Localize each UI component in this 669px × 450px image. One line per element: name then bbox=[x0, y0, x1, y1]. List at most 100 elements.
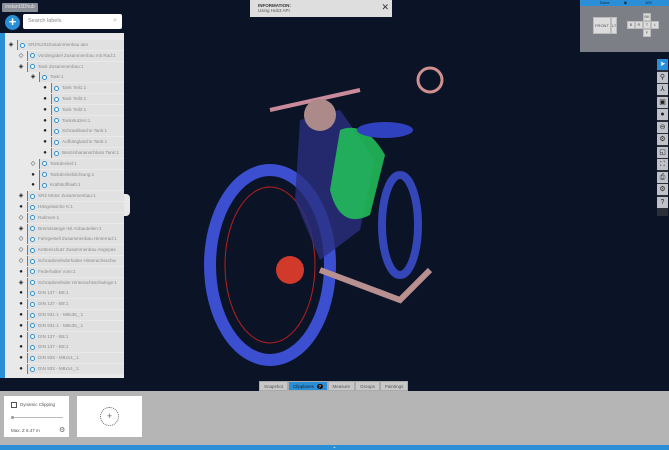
select-radio[interactable] bbox=[30, 366, 35, 372]
dynamic-clipping-checkbox[interactable] bbox=[11, 402, 17, 408]
materials-icon[interactable]: ⚙ bbox=[657, 134, 668, 145]
tree-item[interactable]: ◈ Schraubenfeder Hinterachsschwinge:1 bbox=[5, 277, 124, 288]
select-radio[interactable] bbox=[30, 193, 35, 199]
tree-item[interactable]: ● Tankdeckeldichtung:1 bbox=[5, 169, 124, 180]
bottom-bar[interactable]: ⌄ bbox=[0, 445, 669, 450]
select-radio[interactable] bbox=[54, 139, 59, 145]
tab-measure[interactable]: Measure bbox=[327, 381, 356, 391]
select-radio[interactable] bbox=[30, 312, 35, 318]
visibility-eye-icon[interactable]: ◇ bbox=[17, 234, 25, 244]
chevron-down-icon[interactable]: ⌄ bbox=[332, 444, 336, 450]
tree-item[interactable]: ● Tank Teil1:1 bbox=[5, 83, 124, 94]
tree-item[interactable]: ◇ Vordergabel Zusammenbau mit Rad:1 bbox=[5, 50, 124, 61]
visibility-eye-icon[interactable]: ● bbox=[29, 180, 37, 190]
visibility-eye-icon[interactable]: ● bbox=[41, 137, 49, 147]
clipping-slider[interactable] bbox=[11, 416, 63, 419]
visibility-eye-icon[interactable]: ● bbox=[17, 353, 25, 363]
tree-item[interactable]: ● DIN 137 - B8:1 bbox=[5, 331, 124, 342]
select-radio[interactable] bbox=[54, 150, 59, 156]
nav-right[interactable]: L bbox=[651, 21, 659, 29]
help-icon[interactable]: ? bbox=[657, 196, 668, 208]
visibility-eye-icon[interactable]: ● bbox=[41, 94, 49, 104]
settings-icon[interactable]: ⚙ bbox=[657, 184, 668, 195]
visibility-eye-icon[interactable]: ◈ bbox=[17, 191, 25, 201]
tab-clipplanes[interactable]: Clipplanes? bbox=[288, 381, 328, 391]
visibility-eye-icon[interactable]: ● bbox=[17, 310, 25, 320]
nav-right2[interactable]: T bbox=[643, 21, 651, 29]
visibility-eye-icon[interactable]: ● bbox=[17, 288, 25, 298]
select-radio[interactable] bbox=[30, 344, 35, 350]
nav-left[interactable]: B bbox=[627, 21, 635, 29]
cube-side[interactable]: LT bbox=[611, 17, 617, 34]
tree-item[interactable]: ● Tank Teil2:1 bbox=[5, 104, 124, 115]
tree-item[interactable]: ● DIN 137 - B8:1 bbox=[5, 342, 124, 353]
tree-item[interactable]: ◈ Tank Zusammenbau:1 bbox=[5, 61, 124, 72]
close-icon[interactable]: ✕ bbox=[381, 2, 389, 13]
tree-item[interactable]: ◈ Tank:1 bbox=[5, 72, 124, 83]
measure-icon[interactable]: ⚲ bbox=[657, 71, 668, 83]
visibility-eye-icon[interactable]: ● bbox=[17, 202, 25, 212]
select-radio[interactable] bbox=[42, 182, 47, 188]
model-tree[interactable]: ◈ SR2%202Zusammenbau.iam ◇ Vordergabel Zusa… bbox=[5, 33, 124, 378]
select-icon[interactable]: ➤ bbox=[657, 59, 668, 70]
tree-item[interactable]: ◇ Tankdeckel:1 bbox=[5, 158, 124, 169]
visibility-eye-icon[interactable]: ● bbox=[41, 105, 49, 115]
select-radio[interactable] bbox=[30, 355, 35, 361]
fit-view-icon[interactable]: ◱ bbox=[657, 146, 668, 158]
nav-top[interactable]: BK bbox=[643, 13, 651, 21]
visibility-eye-icon[interactable]: ◈ bbox=[17, 278, 25, 288]
camera-icon[interactable]: ▣ bbox=[657, 96, 668, 108]
visibility-eye-icon[interactable]: ◈ bbox=[17, 224, 25, 234]
collapse-tree-handle[interactable] bbox=[124, 194, 130, 216]
tree-item[interactable]: ◈ SR2 Motor Zusammenbau:1 bbox=[5, 191, 124, 202]
visibility-eye-icon[interactable]: ● bbox=[17, 321, 25, 331]
visibility-eye-icon[interactable]: ● bbox=[41, 148, 49, 158]
tree-item[interactable]: ● Tank Teil3:1 bbox=[5, 94, 124, 104]
tree-item[interactable]: ● Benzinhananschluss Tank:1 bbox=[5, 148, 124, 158]
mode-label[interactable]: Done bbox=[600, 0, 610, 5]
tree-item[interactable]: ● Kraftstoffsieb:1 bbox=[5, 180, 124, 191]
tree-item[interactable]: ● DIN 137 - B8:1 bbox=[5, 288, 124, 299]
tree-item[interactable]: ● DIN 931-1 - M8x35_:1 bbox=[5, 310, 124, 320]
select-radio[interactable] bbox=[30, 204, 35, 210]
tree-item[interactable]: ◇ Fahrgestell Zusammenbau Hinterrad:1 bbox=[5, 234, 124, 245]
visibility-eye-icon[interactable]: ● bbox=[41, 83, 49, 93]
select-radio[interactable] bbox=[30, 236, 35, 242]
visibility-eye-icon[interactable]: ● bbox=[29, 170, 37, 180]
visibility-eye-icon[interactable]: ◇ bbox=[29, 159, 37, 169]
select-radio[interactable] bbox=[30, 301, 35, 307]
tree-item[interactable]: ◈ SR2%202Zusammenbau.iam bbox=[5, 40, 124, 50]
explode-icon[interactable]: ● bbox=[657, 109, 668, 120]
visibility-eye-icon[interactable]: ● bbox=[17, 342, 25, 352]
cube-front[interactable]: FRONT bbox=[593, 17, 611, 34]
tree-item[interactable]: ● DIN 137 - B8:1 bbox=[5, 299, 124, 310]
nav-bottom[interactable]: F bbox=[643, 29, 651, 37]
tree-item[interactable]: ◇ Rahmen:1 bbox=[5, 212, 124, 223]
visibility-eye-icon[interactable]: ◇ bbox=[17, 256, 25, 266]
select-radio[interactable] bbox=[30, 258, 35, 264]
view-cube-panel[interactable]: Done ◉ 100 FRONT LT BK B R T L F bbox=[580, 0, 669, 52]
visibility-eye-icon[interactable]: ◇ bbox=[17, 213, 25, 223]
add-clipplane-card[interactable]: + bbox=[77, 396, 142, 437]
nav-center[interactable]: R bbox=[635, 21, 643, 29]
tab-groups[interactable]: Groups bbox=[355, 381, 380, 391]
visibility-eye-icon[interactable]: ◈ bbox=[7, 40, 15, 50]
tree-item[interactable]: ◇ Schraubenfederhalter Hinterachsschw bbox=[5, 256, 124, 266]
fullscreen-icon[interactable]: ⛶ bbox=[657, 159, 668, 170]
select-radio[interactable] bbox=[54, 96, 59, 102]
select-radio[interactable] bbox=[54, 85, 59, 91]
visibility-eye-icon[interactable]: ◇ bbox=[17, 51, 25, 61]
visibility-eye-icon[interactable]: ● bbox=[41, 116, 49, 126]
visibility-eye-icon[interactable]: ● bbox=[17, 299, 25, 309]
select-radio[interactable] bbox=[42, 74, 47, 80]
search-input[interactable]: Search labels ⌕ bbox=[23, 14, 122, 29]
tree-item[interactable]: ◇ Kettenschutz Zusammenbau Angepas bbox=[5, 245, 124, 256]
value-label[interactable]: 100 bbox=[645, 0, 652, 5]
tree-item[interactable]: ● Schraublasche Tank:1 bbox=[5, 126, 124, 137]
select-radio[interactable] bbox=[30, 290, 35, 296]
add-clipplane-icon[interactable]: + bbox=[100, 407, 119, 426]
visibility-eye-icon[interactable]: ◇ bbox=[17, 245, 25, 255]
select-radio[interactable] bbox=[20, 42, 25, 48]
visibility-eye-icon[interactable]: ◈ bbox=[17, 62, 25, 72]
clipping-icon[interactable]: ⊖ bbox=[657, 121, 668, 133]
